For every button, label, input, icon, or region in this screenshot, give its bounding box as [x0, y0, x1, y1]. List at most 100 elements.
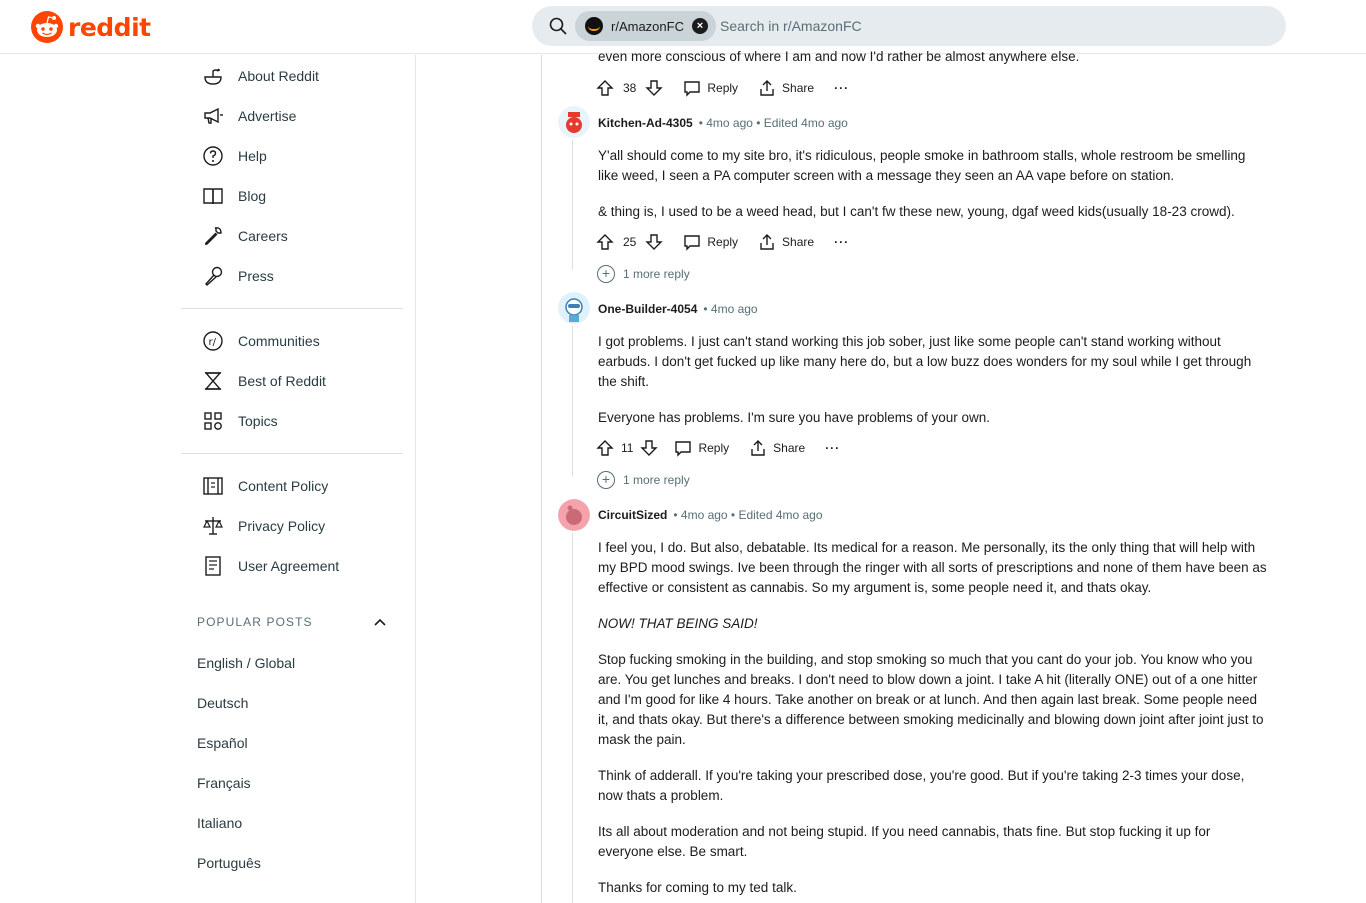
search-icon [549, 17, 567, 35]
sidebar-divider [181, 308, 403, 309]
comment-paragraph: Y'all should come to my site bro, it's r… [598, 148, 1246, 183]
search-input[interactable]: Search in r/AmazonFC [720, 18, 862, 34]
ellipsis-icon: ··· [825, 441, 841, 455]
more-options-button[interactable]: ··· [834, 81, 849, 95]
sidebar-item-best-of-reddit[interactable]: Best of Reddit [202, 361, 326, 401]
svg-text:r/: r/ [209, 337, 217, 348]
sidebar-item-about-reddit[interactable]: About Reddit [202, 56, 319, 96]
reply-button[interactable]: Reply [683, 233, 738, 251]
share-icon [760, 234, 774, 250]
thread-line[interactable] [572, 533, 573, 903]
sidebar-item-content-policy[interactable]: Content Policy [202, 466, 328, 506]
downvote-icon[interactable] [645, 79, 664, 97]
popular-language-english-global[interactable]: English / Global [197, 655, 295, 671]
sidebar-item-label: Advertise [238, 108, 297, 124]
sidebar-item-user-agreement[interactable]: User Agreement [202, 546, 339, 586]
sidebar-item-press[interactable]: Press [202, 256, 274, 296]
comment-meta: • 4mo ago • Edited 4mo ago [698, 116, 848, 130]
share-label: Share [773, 441, 806, 455]
share-button[interactable]: Share [758, 233, 814, 251]
sidebar-item-label: Careers [238, 228, 288, 244]
megaphone-icon [204, 107, 223, 124]
reply-button[interactable]: Reply [674, 439, 729, 457]
reply-label: Reply [707, 81, 739, 95]
comment-actions: 25 Reply Share ··· [596, 228, 869, 256]
thread-line[interactable] [572, 326, 573, 476]
chevron-up-icon[interactable] [373, 615, 387, 629]
more-options-button[interactable]: ··· [834, 235, 849, 249]
comment-paragraph: & thing is, I used to be a weed head, bu… [598, 204, 1235, 219]
vote-count: 38 [623, 81, 637, 95]
comment-author[interactable]: One-Builder-4054 [598, 302, 697, 316]
share-label: Share [782, 235, 815, 249]
comment-header: One-Builder-4054 • 4mo ago [598, 302, 758, 316]
more-options-button[interactable]: ··· [825, 441, 840, 455]
comment-author[interactable]: CircuitSized [598, 508, 667, 522]
sidebar-item-communities[interactable]: r/ Communities [202, 321, 320, 361]
sidebar-item-topics[interactable]: Topics [202, 401, 278, 441]
comment-paragraph: NOW! THAT BEING SAID! [598, 616, 758, 631]
user-avatar[interactable] [558, 106, 590, 138]
upvote-icon[interactable] [596, 233, 614, 251]
more-replies-label: 1 more reply [623, 267, 690, 281]
communities-icon: r/ [203, 331, 223, 351]
sidebar-item-label: Blog [238, 188, 267, 204]
sidebar-item-label: Topics [238, 413, 278, 429]
sidebar-item-label: User Agreement [238, 558, 340, 574]
microphone-icon [205, 266, 223, 286]
agreement-icon [205, 556, 221, 576]
downvote-icon[interactable] [640, 439, 659, 457]
share-button[interactable]: Share [758, 79, 814, 97]
user-avatar[interactable] [558, 292, 590, 324]
subreddit-filter-chip[interactable]: r/AmazonFC × [575, 11, 716, 41]
popular-language-espanol[interactable]: Español [197, 735, 248, 751]
comment-author[interactable]: Kitchen-Ad-4305 [598, 116, 693, 130]
vote-group: 11 [596, 439, 659, 457]
comment-meta: • 4mo ago [703, 302, 758, 316]
reply-icon [684, 235, 701, 251]
help-icon [203, 146, 223, 166]
sidebar-item-label: Help [238, 148, 267, 164]
downvote-icon[interactable] [645, 233, 664, 251]
top-header: reddit r/AmazonFC × Search in r/AmazonFC [0, 0, 1366, 54]
share-button[interactable]: Share [749, 439, 805, 457]
user-avatar[interactable] [558, 499, 590, 531]
more-replies-label: 1 more reply [623, 473, 690, 487]
more-replies-button[interactable]: + 1 more reply [597, 471, 690, 489]
comment-paragraph: Stop fucking smoking in the building, an… [598, 652, 1264, 747]
sidebar-item-advertise[interactable]: Advertise [202, 96, 296, 136]
sidebar-item-label: Best of Reddit [238, 373, 326, 389]
reply-icon [684, 81, 701, 97]
vote-group: 25 [596, 233, 664, 251]
close-icon[interactable]: × [691, 18, 708, 34]
sidebar-item-help[interactable]: Help [202, 136, 267, 176]
comment-paragraph: Think of adderall. If you're taking your… [598, 768, 1245, 803]
reply-label: Reply [707, 235, 739, 249]
upvote-icon[interactable] [596, 439, 614, 457]
comment-paragraph: I feel you, I do. But also, debatable. I… [598, 540, 1267, 595]
sidebar-item-careers[interactable]: Careers [202, 216, 288, 256]
more-replies-button[interactable]: + 1 more reply [597, 265, 690, 283]
popular-posts-header[interactable]: POPULAR POSTS [197, 615, 387, 629]
comment-paragraph: I got problems. I just can't stand worki… [598, 334, 1252, 389]
thread-line[interactable] [541, 55, 542, 903]
sidebar-item-blog[interactable]: Blog [202, 176, 266, 216]
popular-language-deutsch[interactable]: Deutsch [197, 695, 248, 711]
ellipsis-icon: ··· [834, 235, 850, 249]
reply-button[interactable]: Reply [683, 79, 738, 97]
reply-icon [675, 441, 692, 457]
search-bar[interactable]: r/AmazonFC × Search in r/AmazonFC [532, 6, 1286, 46]
comment-actions: 11 Reply Share ··· [596, 434, 860, 462]
upvote-icon[interactable] [596, 79, 614, 97]
comment-paragraph: Thanks for coming to my ted talk. [598, 880, 797, 895]
share-icon [760, 80, 774, 96]
comment-actions: 38 Reply Share ··· [596, 74, 869, 102]
sidebar-item-label: About Reddit [238, 68, 319, 84]
sidebar-item-privacy-policy[interactable]: Privacy Policy [202, 506, 325, 546]
vote-count: 11 [621, 441, 634, 455]
popular-language-italiano[interactable]: Italiano [197, 815, 242, 831]
popular-language-portugues[interactable]: Português [197, 855, 261, 871]
reddit-logo[interactable]: reddit [30, 10, 151, 44]
thread-line[interactable] [572, 140, 573, 270]
popular-language-francais[interactable]: Français [197, 775, 251, 791]
